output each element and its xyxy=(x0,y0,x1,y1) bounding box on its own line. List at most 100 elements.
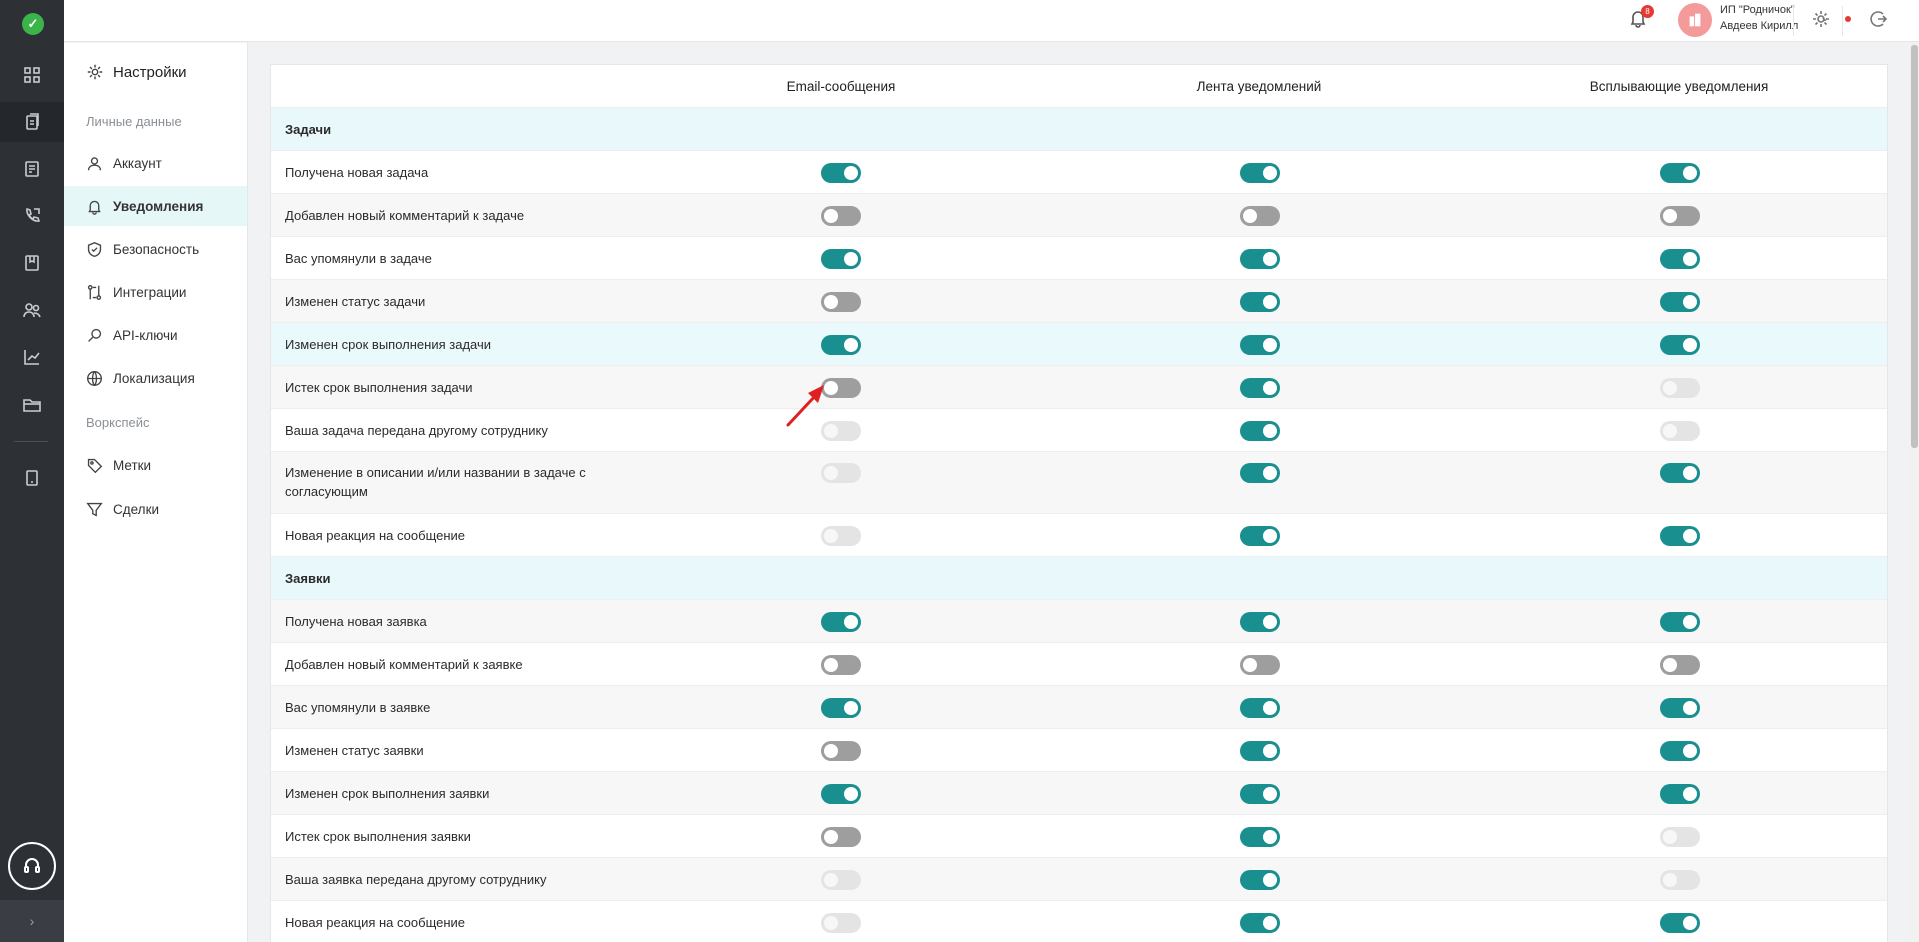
table-row: Изменение в описании и/или названии в за… xyxy=(271,451,1887,513)
expand-rail-chevron-icon[interactable]: › xyxy=(0,900,64,942)
sidebar-item-security[interactable]: Безопасность xyxy=(64,229,247,269)
feed-toggle[interactable] xyxy=(1240,206,1280,226)
feed-toggle[interactable] xyxy=(1240,378,1280,398)
feed-toggle[interactable] xyxy=(1240,249,1280,269)
row-label: Новая реакция на сообщение xyxy=(285,915,466,930)
team-icon[interactable] xyxy=(0,290,64,330)
table-row: Новая реакция на сообщение xyxy=(271,900,1887,942)
feed-toggle[interactable] xyxy=(1240,421,1280,441)
feed-toggle[interactable] xyxy=(1240,655,1280,675)
email-toggle xyxy=(821,913,861,933)
company-avatar[interactable] xyxy=(1678,3,1712,37)
feed-toggle[interactable] xyxy=(1240,741,1280,761)
row-label: Новая реакция на сообщение xyxy=(285,528,466,543)
integrations-icon xyxy=(87,284,102,300)
settings-sidebar: Настройки Личные данные Аккаунт Уведомле… xyxy=(64,43,248,942)
email-toggle[interactable] xyxy=(821,741,861,761)
documents-icon[interactable] xyxy=(0,102,64,142)
email-toggle[interactable] xyxy=(821,206,861,226)
sidebar-item-integrations[interactable]: Интеграции xyxy=(64,272,247,312)
feed-toggle[interactable] xyxy=(1240,292,1280,312)
popup-toggle xyxy=(1660,870,1700,890)
rail-divider xyxy=(14,441,48,442)
logout-icon[interactable] xyxy=(1868,9,1890,31)
sidebar-item-account[interactable]: Аккаунт xyxy=(64,143,247,183)
invoice-icon[interactable] xyxy=(0,149,64,189)
table-row: Вас упомянули в заявке xyxy=(271,685,1887,728)
sidebar-item-label: Интеграции xyxy=(113,284,187,300)
sidebar-item-notifications[interactable]: Уведомления xyxy=(64,186,247,226)
popup-toggle[interactable] xyxy=(1660,335,1700,355)
app-logo-icon[interactable]: ✓ xyxy=(22,13,44,35)
gear-icon[interactable] xyxy=(1811,9,1833,31)
sidebar-item-api-keys[interactable]: API-ключи xyxy=(64,315,247,355)
notifications-bell-icon[interactable]: 8 xyxy=(1628,5,1654,32)
popup-toggle[interactable] xyxy=(1660,784,1700,804)
folder-icon[interactable] xyxy=(0,384,64,424)
popup-toggle[interactable] xyxy=(1660,655,1700,675)
popup-toggle[interactable] xyxy=(1660,741,1700,761)
popup-toggle[interactable] xyxy=(1660,163,1700,183)
popup-toggle[interactable] xyxy=(1660,698,1700,718)
popup-toggle[interactable] xyxy=(1660,292,1700,312)
feed-toggle[interactable] xyxy=(1240,698,1280,718)
email-toggle xyxy=(821,526,861,546)
feed-toggle[interactable] xyxy=(1240,526,1280,546)
book-icon[interactable] xyxy=(0,243,64,283)
column-popup: Всплывающие уведомления xyxy=(1589,79,1769,94)
table-row: Истек срок выполнения задачи xyxy=(271,365,1887,408)
popup-toggle[interactable] xyxy=(1660,612,1700,632)
row-label: Получена новая задача xyxy=(285,165,429,180)
feed-toggle[interactable] xyxy=(1240,827,1280,847)
bell-icon xyxy=(88,200,101,215)
annotation-arrow xyxy=(786,385,824,427)
sidebar-item-label: Безопасность xyxy=(113,241,200,257)
feed-toggle[interactable] xyxy=(1240,335,1280,355)
row-label: Изменение в описании и/или названии в за… xyxy=(285,465,586,499)
sidebar-item-label: Уведомления xyxy=(113,198,204,214)
feed-toggle[interactable] xyxy=(1240,163,1280,183)
tag-icon xyxy=(87,458,103,473)
account-switcher[interactable]: ИП "Родничок" Авдеев Кирилл xyxy=(1720,2,1798,34)
row-label: Истек срок выполнения заявки xyxy=(285,829,471,844)
row-label: Вас упомянули в задаче xyxy=(285,251,432,266)
analytics-icon[interactable] xyxy=(0,337,64,377)
email-toggle[interactable] xyxy=(821,655,861,675)
email-toggle[interactable] xyxy=(821,292,861,312)
email-toggle[interactable] xyxy=(821,698,861,718)
sidebar-item-tags[interactable]: Метки xyxy=(64,445,247,485)
table-row: Истек срок выполнения заявки xyxy=(271,814,1887,857)
scrollbar-thumb[interactable] xyxy=(1911,45,1918,448)
app-rail: ✓ › xyxy=(0,0,64,942)
table-row: Получена новая задача xyxy=(271,150,1887,193)
popup-toggle[interactable] xyxy=(1660,206,1700,226)
email-toggle[interactable] xyxy=(821,163,861,183)
popup-toggle[interactable] xyxy=(1660,526,1700,546)
feed-toggle[interactable] xyxy=(1240,913,1280,933)
email-toggle[interactable] xyxy=(821,784,861,804)
feed-toggle[interactable] xyxy=(1240,463,1280,483)
email-toggle[interactable] xyxy=(821,249,861,269)
sidebar-item-localization[interactable]: Локализация xyxy=(64,358,247,398)
feed-toggle[interactable] xyxy=(1240,870,1280,890)
row-label: Получена новая заявка xyxy=(285,614,427,629)
tablet-icon[interactable] xyxy=(0,458,64,498)
support-headset-icon[interactable] xyxy=(8,842,56,890)
email-toggle[interactable] xyxy=(821,335,861,355)
feed-toggle[interactable] xyxy=(1240,612,1280,632)
feed-toggle[interactable] xyxy=(1240,784,1280,804)
sidebar-item-deals[interactable]: Сделки xyxy=(64,489,247,529)
popup-toggle[interactable] xyxy=(1660,463,1700,483)
header-divider xyxy=(1793,6,1794,36)
email-toggle[interactable] xyxy=(821,612,861,632)
row-label: Истек срок выполнения задачи xyxy=(285,380,473,395)
popup-toggle[interactable] xyxy=(1660,249,1700,269)
phone-icon[interactable] xyxy=(0,196,64,236)
popup-toggle[interactable] xyxy=(1660,913,1700,933)
email-toggle[interactable] xyxy=(821,827,861,847)
table-row: Новая реакция на сообщение xyxy=(271,513,1887,556)
dashboard-icon[interactable] xyxy=(0,55,64,95)
notifications-badge: 8 xyxy=(1641,5,1654,18)
shield-icon xyxy=(87,241,102,257)
company-name: ИП "Родничок" xyxy=(1720,4,1795,16)
